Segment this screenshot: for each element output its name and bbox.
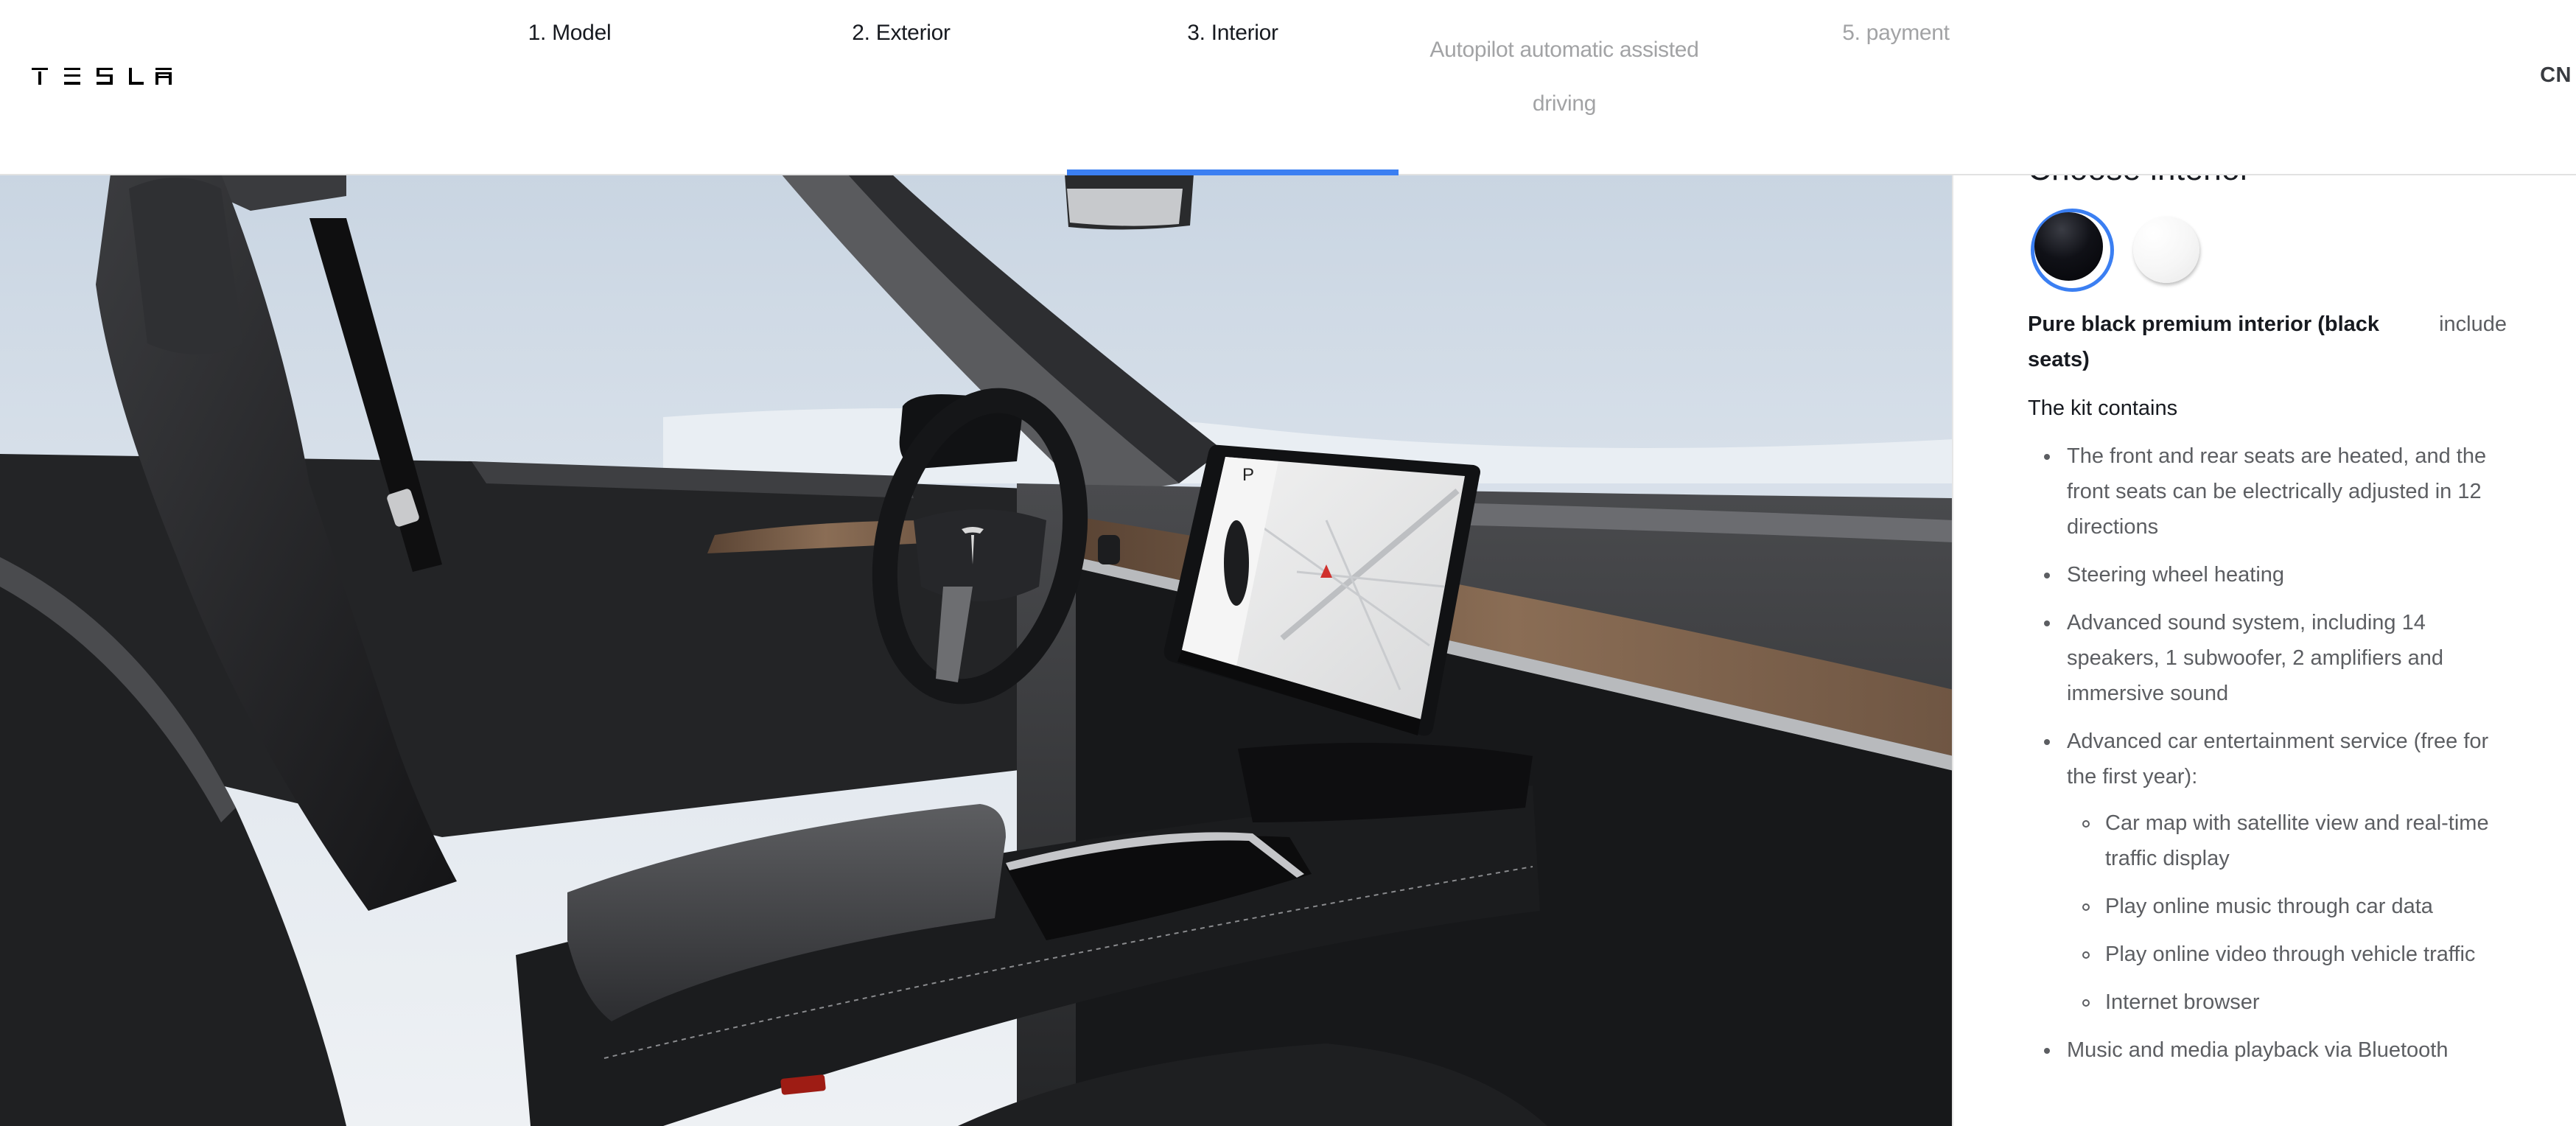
swatch-pure-black[interactable] xyxy=(2031,208,2114,292)
interior-swatches xyxy=(2028,208,2544,292)
swatch-black-color xyxy=(2034,211,2103,281)
feature-item: The front and rear seats are heated, and… xyxy=(2028,438,2516,545)
feature-subitem: Internet browser xyxy=(2067,985,2516,1020)
step-model[interactable]: 1. Model xyxy=(404,0,735,174)
active-step-indicator xyxy=(1067,169,1399,175)
feature-text: Advanced car entertainment service (free… xyxy=(2067,730,2489,788)
feature-subitem-text: Play online video through vehicle traffi… xyxy=(2105,943,2476,966)
feature-text: Steering wheel heating xyxy=(2067,563,2285,587)
kit-title: The kit contains xyxy=(2028,396,2178,420)
car-interior-illustration: P xyxy=(0,174,1952,1126)
step-model-label: 1. Model xyxy=(528,21,612,45)
tesla-logo-icon[interactable] xyxy=(32,68,172,85)
configurator-steps: 1. Model 2. Exterior 3. Interior Autopil… xyxy=(404,0,2062,175)
step-exterior-label: 2. Exterior xyxy=(852,21,951,45)
interior-options: Choose interior Pure black premium inter… xyxy=(2028,147,2544,1080)
mirror-glass xyxy=(1067,189,1183,226)
feature-item: Steering wheel heating xyxy=(2028,557,2516,592)
steering-hub xyxy=(914,509,1046,601)
option-name: Pure black premium interior (black seats… xyxy=(2028,312,2380,371)
feature-sublist: Car map with satellite view and real-tim… xyxy=(2067,805,2516,1020)
car-thumbnail xyxy=(1224,520,1249,606)
feature-subitem-text: Internet browser xyxy=(2105,990,2260,1014)
feature-subitem-text: Play online music through car data xyxy=(2105,895,2433,918)
feature-subitem: Play online video through vehicle traffi… xyxy=(2067,937,2516,972)
selected-option: Pure black premium interior (black seats… xyxy=(2028,307,2544,377)
step-interior[interactable]: 3. Interior xyxy=(1067,0,1399,175)
feature-subitem: Play online music through car data xyxy=(2067,889,2516,924)
feature-text: Music and media playback via Bluetooth xyxy=(2067,1038,2449,1062)
steering-stalk xyxy=(1098,535,1120,564)
interior-preview-image: P xyxy=(0,174,1953,1126)
top-nav: 1. Model 2. Exterior 3. Interior Autopil… xyxy=(0,0,2576,175)
step-interior-label: 3. Interior xyxy=(1187,21,1278,45)
step-exterior[interactable]: 2. Exterior xyxy=(735,0,1067,174)
step-payment[interactable]: 5. payment xyxy=(1730,0,2062,174)
swatch-white[interactable] xyxy=(2133,217,2199,283)
feature-subitem-text: Car map with satellite view and real-tim… xyxy=(2105,811,2489,870)
feature-item: Advanced sound system, including 14 spea… xyxy=(2028,605,2516,711)
feature-subitem: Car map with satellite view and real-tim… xyxy=(2067,805,2516,876)
feature-list: The front and rear seats are heated, and… xyxy=(2028,438,2544,1068)
console-storage xyxy=(1238,743,1533,822)
step-payment-label: 5. payment xyxy=(1842,21,1950,45)
step-autopilot[interactable]: Autopilot automatic assisted driving xyxy=(1399,0,1730,174)
gear-indicator: P xyxy=(1242,465,1254,485)
feature-text: The front and rear seats are heated, and… xyxy=(2067,444,2487,539)
option-price: include xyxy=(2439,312,2507,336)
feature-item: Advanced car entertainment service (free… xyxy=(2028,724,2516,1020)
feature-item: Music and media playback via Bluetooth xyxy=(2028,1032,2516,1068)
region-selector[interactable]: CN xyxy=(2540,63,2572,88)
feature-text: Advanced sound system, including 14 spea… xyxy=(2067,611,2443,705)
step-autopilot-label: Autopilot automatic assisted driving xyxy=(1429,38,1699,116)
